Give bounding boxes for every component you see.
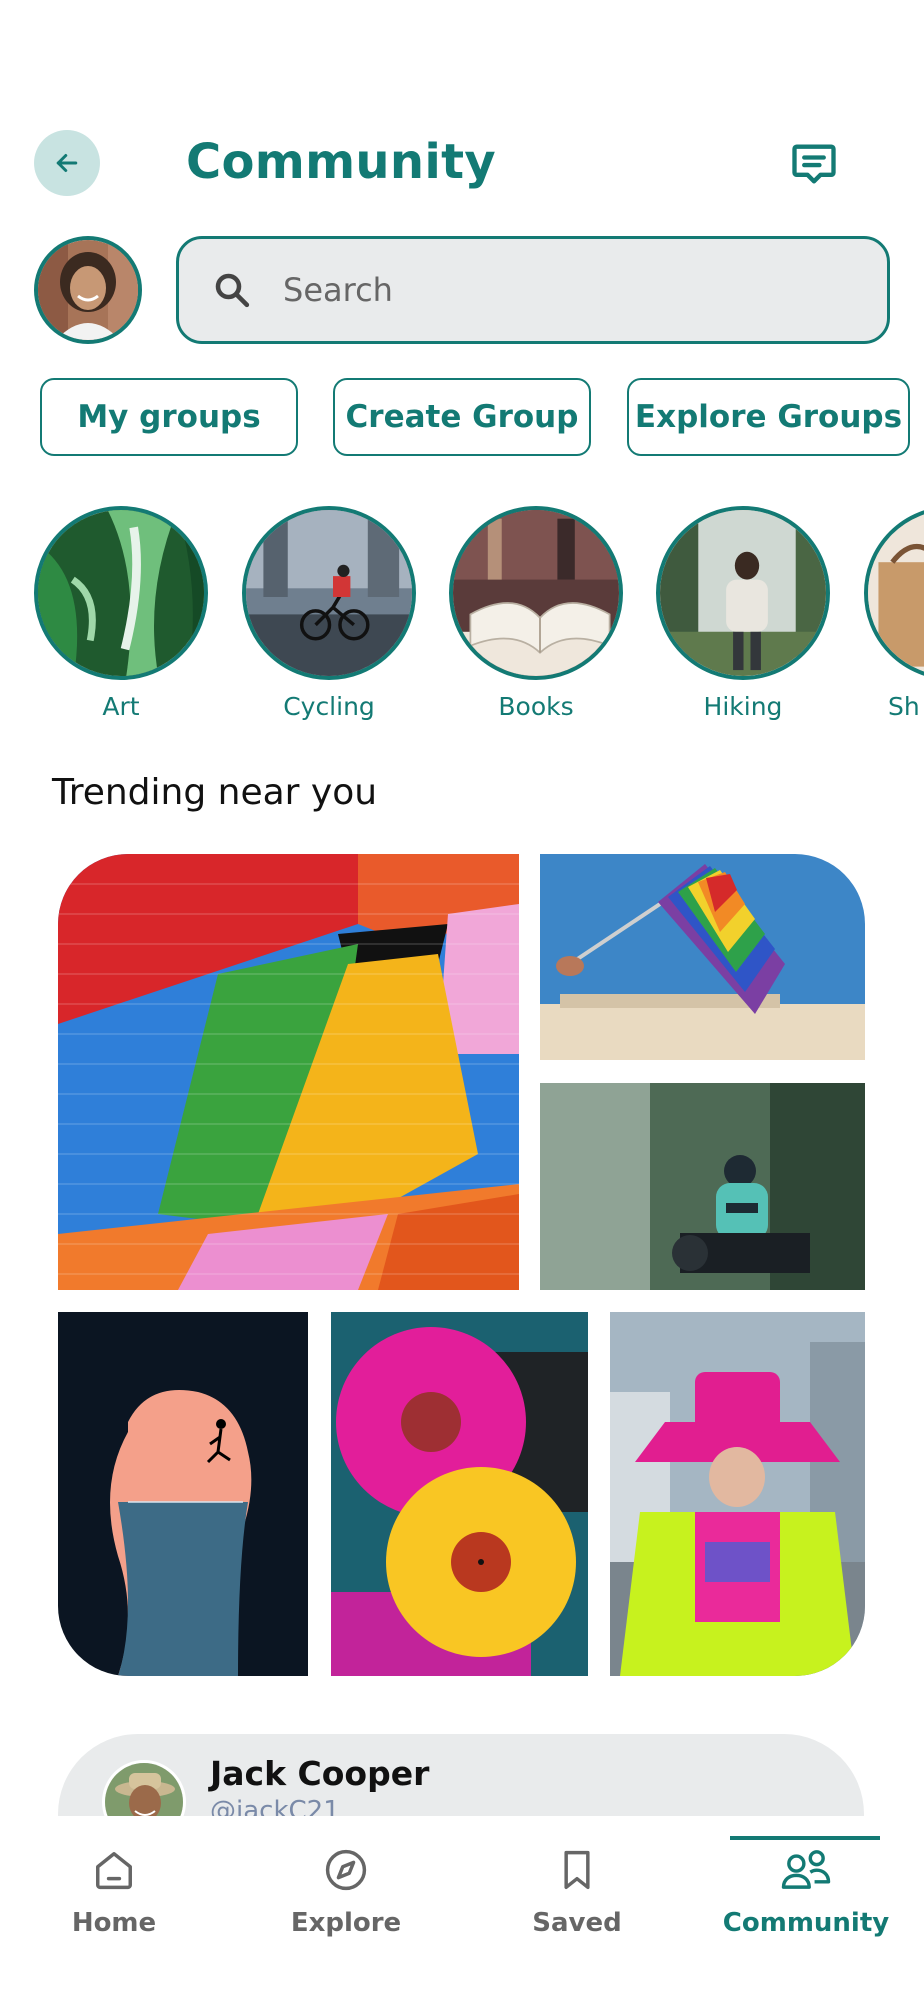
nav-active-indicator (730, 1836, 880, 1840)
back-button[interactable] (34, 130, 100, 196)
compass-icon (325, 1849, 367, 1891)
explore-groups-button[interactable]: Explore Groups (627, 378, 910, 456)
category-books[interactable]: Books (449, 506, 623, 721)
category-hiking[interactable]: Hiking (656, 506, 830, 721)
bottom-nav: Home Explore Saved Community (0, 1816, 924, 2000)
trending-post-vinyl[interactable] (331, 1312, 588, 1676)
category-books-image (449, 506, 623, 680)
trending-post-cave[interactable] (58, 1312, 308, 1676)
bookmark-icon (564, 1850, 590, 1890)
page-title: Community (186, 134, 496, 190)
category-art[interactable]: Art (34, 506, 208, 721)
search-input[interactable] (283, 271, 843, 309)
category-books-label: Books (498, 692, 574, 721)
trending-title: Trending near you (52, 772, 378, 813)
category-cycling-label: Cycling (283, 692, 375, 721)
category-shopping-label: Sh (888, 692, 920, 721)
search-icon (215, 273, 250, 308)
message-icon (792, 144, 836, 184)
create-group-button[interactable]: Create Group (333, 378, 591, 456)
category-cycling[interactable]: Cycling (242, 506, 416, 721)
avatar[interactable] (34, 236, 142, 344)
trending-post-pride-flag[interactable] (540, 854, 865, 1060)
my-groups-button[interactable]: My groups (40, 378, 298, 456)
category-shopping[interactable]: Sh (864, 506, 924, 721)
nav-community[interactable]: Community (706, 1844, 906, 1938)
category-list: Art Cycling Books Hiking Sh (0, 506, 924, 736)
people-icon (781, 1850, 831, 1889)
header: Community (0, 130, 924, 196)
category-art-image (34, 506, 208, 680)
post-author-name: Jack Cooper (210, 1754, 430, 1793)
category-hiking-label: Hiking (703, 692, 783, 721)
trending-post-brick-wall[interactable] (58, 854, 519, 1290)
category-cycling-image (242, 506, 416, 680)
messages-button[interactable] (786, 136, 842, 192)
profile-search-row (0, 236, 924, 344)
nav-saved[interactable]: Saved (477, 1844, 677, 1938)
group-actions: My groups Create Group Explore Groups (0, 378, 924, 456)
category-shopping-image (864, 506, 924, 680)
trending-post-cyclist[interactable] (540, 1083, 865, 1290)
trending-post-neon-outfit[interactable] (610, 1312, 865, 1676)
category-hiking-image (656, 506, 830, 680)
arrow-left-icon (56, 154, 78, 172)
nav-home[interactable]: Home (14, 1844, 214, 1938)
nav-community-label: Community (722, 1908, 890, 1938)
search-bar[interactable] (176, 236, 890, 344)
nav-explore[interactable]: Explore (246, 1844, 446, 1938)
category-art-label: Art (102, 692, 140, 721)
home-icon (96, 1852, 132, 1890)
nav-home-label: Home (71, 1908, 157, 1938)
nav-saved-label: Saved (532, 1908, 622, 1938)
nav-explore-label: Explore (290, 1908, 402, 1938)
